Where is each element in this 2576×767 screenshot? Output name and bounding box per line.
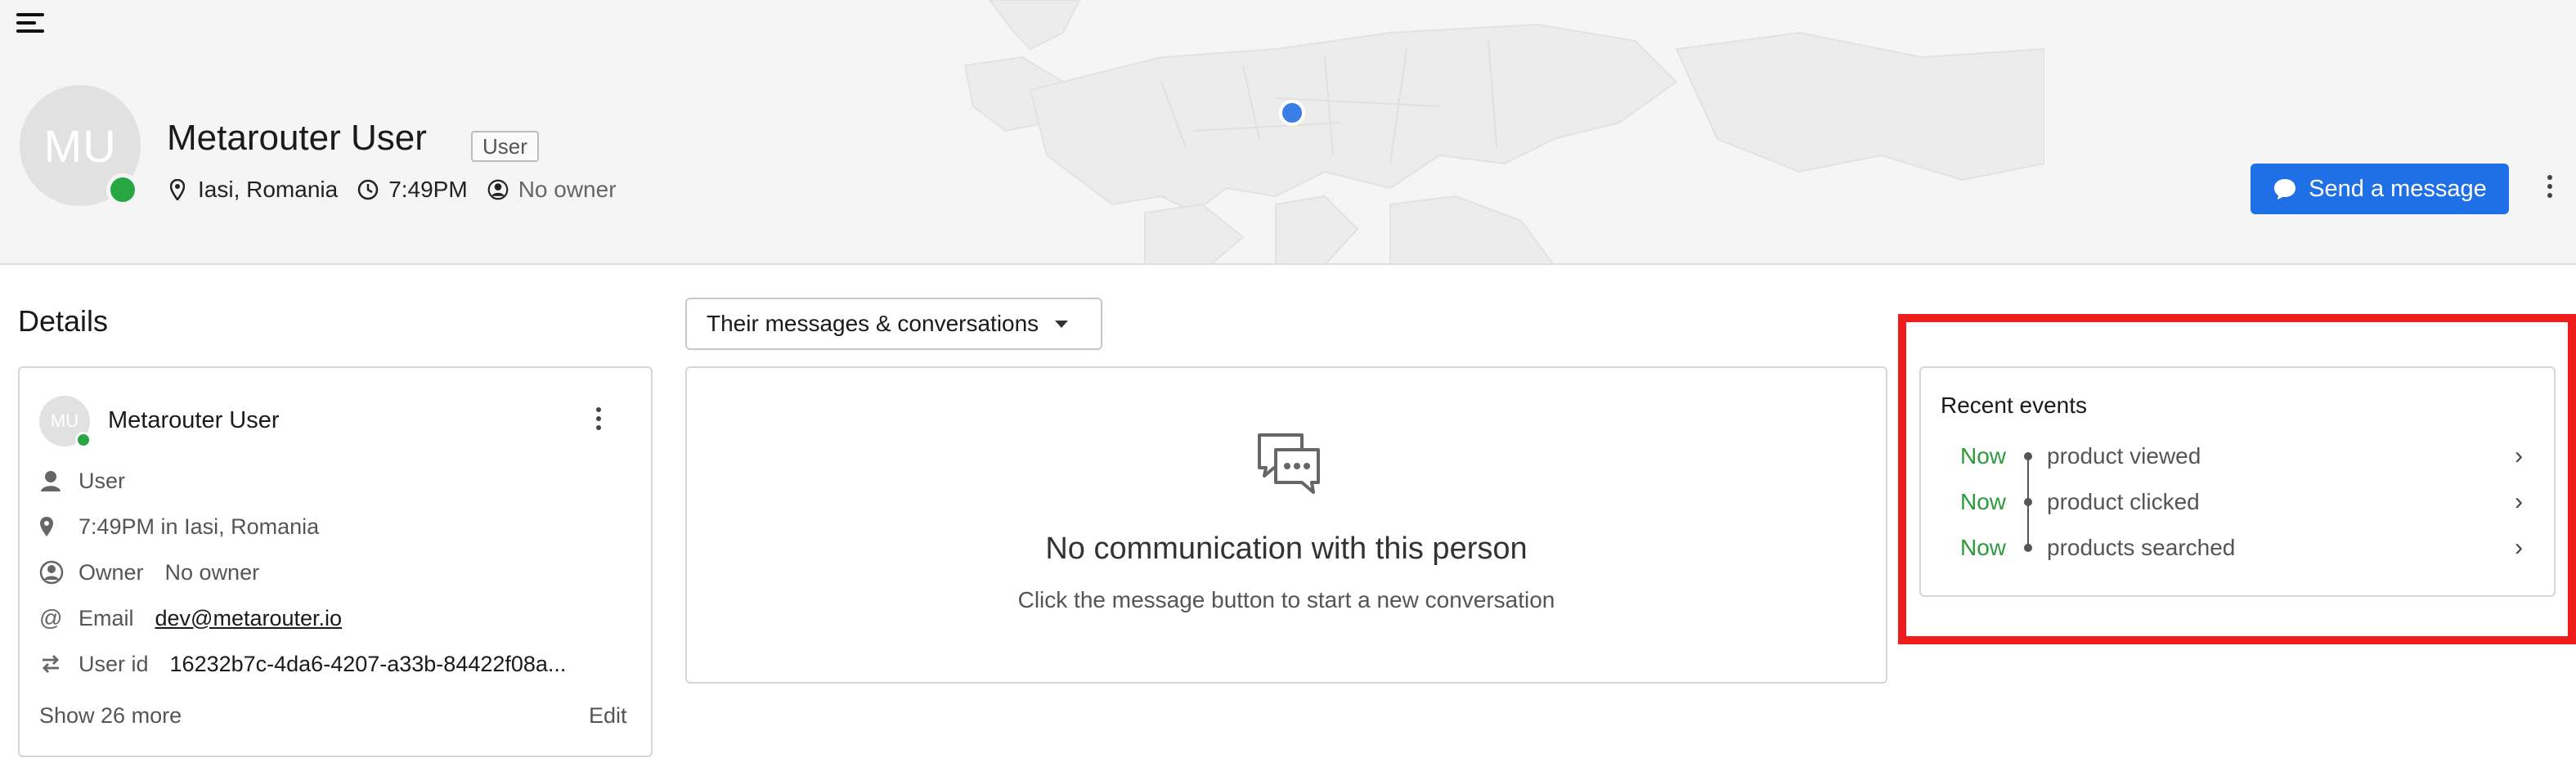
user-id-label: User id bbox=[79, 651, 149, 676]
map-pin-icon bbox=[39, 514, 69, 540]
event-time: Now bbox=[1960, 443, 2007, 469]
owner-text: No owner bbox=[518, 177, 617, 202]
at-icon: @ bbox=[39, 605, 63, 630]
event-item[interactable]: Now products searched › bbox=[1921, 532, 2554, 564]
profile-meta: Iasi, Romania 7:49PM No owner bbox=[167, 175, 636, 204]
role-badge: User bbox=[471, 131, 539, 162]
kebab-menu-icon[interactable] bbox=[592, 407, 605, 437]
event-time: Now bbox=[1960, 489, 2007, 514]
attr-email: @ Email dev@metarouter.io bbox=[39, 602, 342, 635]
event-name: product viewed bbox=[2047, 443, 2201, 469]
caret-down-icon bbox=[1055, 320, 1069, 328]
card-user-name: Metarouter User bbox=[108, 407, 280, 433]
user-type-value: User bbox=[79, 468, 126, 493]
chevron-right-icon: › bbox=[2515, 488, 2523, 515]
person-icon bbox=[39, 468, 69, 494]
profile-header: MU Metarouter User User Iasi, Romania 7:… bbox=[0, 0, 2576, 265]
event-time: Now bbox=[1960, 535, 2007, 560]
owner-value[interactable]: No owner bbox=[165, 560, 260, 585]
presence-indicator bbox=[75, 432, 92, 448]
show-more-link[interactable]: Show 26 more bbox=[39, 703, 182, 729]
location-marker bbox=[1279, 100, 1305, 126]
attr-location: 7:49PM in Iasi, Romania bbox=[39, 510, 319, 543]
conversation-icon bbox=[1258, 433, 1320, 494]
recent-events-card: Recent events Now product viewed › Now p… bbox=[1919, 366, 2556, 597]
chevron-right-icon: › bbox=[2515, 534, 2523, 561]
location-text: Iasi, Romania bbox=[198, 177, 339, 202]
owner-globe-icon bbox=[487, 177, 509, 202]
local-time-text: 7:49PM bbox=[388, 177, 468, 202]
owner-label: Owner bbox=[79, 559, 144, 585]
attr-user-type: User bbox=[39, 464, 125, 497]
edit-button[interactable]: Edit bbox=[589, 703, 627, 729]
user-id-value: 16232b7c-4da6-4207-a33b-84422f08a... bbox=[169, 651, 567, 676]
owner-globe-icon bbox=[39, 559, 69, 585]
email-link[interactable]: dev@metarouter.io bbox=[155, 606, 343, 631]
event-name: product clicked bbox=[2047, 489, 2200, 514]
send-message-button[interactable]: Send a message bbox=[2251, 164, 2509, 214]
kebab-menu-icon[interactable] bbox=[2543, 175, 2556, 204]
conversation-filter-dropdown[interactable]: Their messages & conversations bbox=[685, 298, 1102, 350]
recent-events-heading: Recent events bbox=[1941, 392, 2087, 418]
event-name: products searched bbox=[2047, 535, 2236, 560]
presence-indicator bbox=[106, 173, 139, 206]
timeline-dot bbox=[2024, 452, 2032, 460]
timeline-dot bbox=[2024, 498, 2032, 506]
event-item[interactable]: Now product clicked › bbox=[1921, 486, 2554, 518]
menu-icon[interactable] bbox=[16, 13, 44, 38]
chat-bubble-icon bbox=[2274, 179, 2296, 200]
email-label: Email bbox=[79, 605, 134, 630]
map-pin-icon bbox=[167, 177, 188, 202]
attr-user-id: User id 16232b7c-4da6-4207-a33b-84422f08… bbox=[39, 648, 566, 680]
clock-icon bbox=[357, 177, 379, 202]
conversation-filter-label: Their messages & conversations bbox=[707, 311, 1039, 336]
event-item[interactable]: Now product viewed › bbox=[1921, 440, 2554, 473]
chevron-right-icon: › bbox=[2515, 442, 2523, 469]
conversation-panel: No communication with this person Click … bbox=[685, 366, 1887, 684]
transfer-icon bbox=[39, 651, 69, 677]
location-value: 7:49PM in Iasi, Romania bbox=[79, 514, 320, 539]
details-card: MU Metarouter User User 7:49PM in Iasi, … bbox=[18, 366, 653, 757]
empty-state-subtitle: Click the message button to start a new … bbox=[1017, 587, 1555, 612]
send-message-label: Send a message bbox=[2309, 175, 2487, 202]
page-title: Metarouter User bbox=[167, 118, 427, 158]
world-map-background bbox=[963, 0, 2044, 263]
timeline-dot bbox=[2024, 544, 2032, 552]
attr-owner: Owner No owner bbox=[39, 556, 259, 589]
empty-state-title: No communication with this person bbox=[1045, 532, 1528, 566]
details-heading: Details bbox=[18, 304, 109, 338]
